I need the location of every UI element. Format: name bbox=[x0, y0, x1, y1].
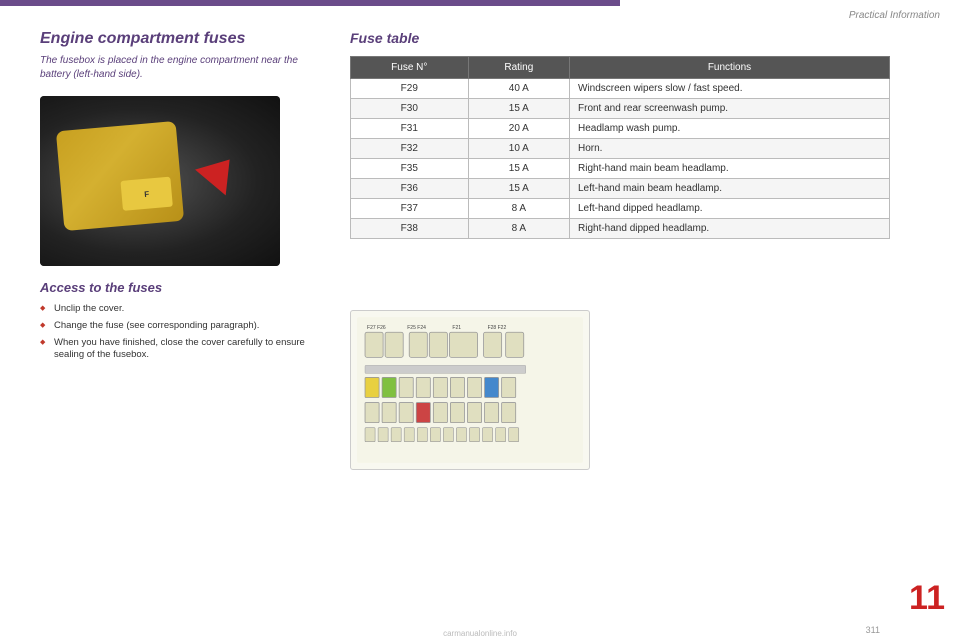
rating-cell: 8 A bbox=[468, 199, 569, 219]
fuse-box-cover: F bbox=[56, 121, 184, 231]
table-row: F378 ALeft-hand dipped headlamp. bbox=[351, 199, 890, 219]
page-header: Practical Information bbox=[620, 0, 960, 30]
fuse-number-cell: F38 bbox=[351, 219, 469, 239]
col-header-rating: Rating bbox=[468, 57, 569, 79]
fuse-number-cell: F35 bbox=[351, 159, 469, 179]
access-item-2: Change the fuse (see corresponding parag… bbox=[40, 320, 320, 333]
function-cell: Horn. bbox=[570, 139, 890, 159]
watermark: carmanualonline.info bbox=[443, 629, 517, 638]
fuse-number-cell: F32 bbox=[351, 139, 469, 159]
table-row: F3515 ARight-hand main beam headlamp. bbox=[351, 159, 890, 179]
access-instructions: Unclip the cover. Change the fuse (see c… bbox=[40, 303, 320, 362]
right-column: Fuse table Fuse N° Rating Functions F294… bbox=[350, 30, 930, 239]
table-row: F3210 AHorn. bbox=[351, 139, 890, 159]
rating-cell: 8 A bbox=[468, 219, 569, 239]
access-item-1: Unclip the cover. bbox=[40, 303, 320, 316]
col-header-functions: Functions bbox=[570, 57, 890, 79]
fuse-table: Fuse N° Rating Functions F2940 AWindscre… bbox=[350, 56, 890, 239]
fuse-diagram-image: F27 F26 F25 F24 F21 F28 F22 bbox=[350, 310, 590, 470]
engine-compartment-image: F bbox=[40, 96, 280, 266]
rating-cell: 10 A bbox=[468, 139, 569, 159]
rating-cell: 15 A bbox=[468, 179, 569, 199]
svg-text:F28 F22: F28 F22 bbox=[488, 325, 507, 331]
table-row: F2940 AWindscreen wipers slow / fast spe… bbox=[351, 79, 890, 99]
page-number: 11 bbox=[909, 581, 945, 615]
bottom-page-number: 311 bbox=[866, 625, 880, 635]
fuse-diagram-svg: F27 F26 F25 F24 F21 F28 F22 bbox=[357, 317, 583, 463]
function-cell: Headlamp wash pump. bbox=[570, 119, 890, 139]
table-row: F3120 AHeadlamp wash pump. bbox=[351, 119, 890, 139]
function-cell: Left-hand main beam headlamp. bbox=[570, 179, 890, 199]
table-row: F3615 ALeft-hand main beam headlamp. bbox=[351, 179, 890, 199]
top-accent-bar bbox=[0, 0, 620, 6]
section-subtitle: The fusebox is placed in the engine comp… bbox=[40, 54, 320, 82]
col-header-fuse-number: Fuse N° bbox=[351, 57, 469, 79]
function-cell: Left-hand dipped headlamp. bbox=[570, 199, 890, 219]
rating-cell: 40 A bbox=[468, 79, 569, 99]
fuse-number-cell: F29 bbox=[351, 79, 469, 99]
arrow-indicator bbox=[195, 147, 245, 196]
fuse-number-cell: F31 bbox=[351, 119, 469, 139]
access-item-3: When you have finished, close the cover … bbox=[40, 337, 320, 363]
fuse-number-cell: F36 bbox=[351, 179, 469, 199]
fuse-table-title: Fuse table bbox=[350, 30, 930, 46]
header-title: Practical Information bbox=[849, 10, 940, 21]
function-cell: Right-hand main beam headlamp. bbox=[570, 159, 890, 179]
fuse-diagram-inner: F27 F26 F25 F24 F21 F28 F22 bbox=[351, 311, 589, 469]
svg-text:F25 F24: F25 F24 bbox=[407, 325, 426, 331]
access-title: Access to the fuses bbox=[40, 280, 320, 295]
svg-text:F27 F26: F27 F26 bbox=[367, 325, 386, 331]
rating-cell: 15 A bbox=[468, 99, 569, 119]
function-cell: Right-hand dipped headlamp. bbox=[570, 219, 890, 239]
svg-text:F21: F21 bbox=[452, 325, 461, 331]
rating-cell: 20 A bbox=[468, 119, 569, 139]
engine-image-bg: F bbox=[40, 96, 280, 266]
fuse-number-cell: F30 bbox=[351, 99, 469, 119]
rating-cell: 15 A bbox=[468, 159, 569, 179]
fuse-number-cell: F37 bbox=[351, 199, 469, 219]
function-cell: Windscreen wipers slow / fast speed. bbox=[570, 79, 890, 99]
function-cell: Front and rear screenwash pump. bbox=[570, 99, 890, 119]
table-row: F388 ARight-hand dipped headlamp. bbox=[351, 219, 890, 239]
left-column: Engine compartment fuses The fusebox is … bbox=[40, 30, 320, 366]
fuse-box-label: F bbox=[120, 177, 172, 211]
table-row: F3015 AFront and rear screenwash pump. bbox=[351, 99, 890, 119]
section-title: Engine compartment fuses bbox=[40, 30, 320, 48]
